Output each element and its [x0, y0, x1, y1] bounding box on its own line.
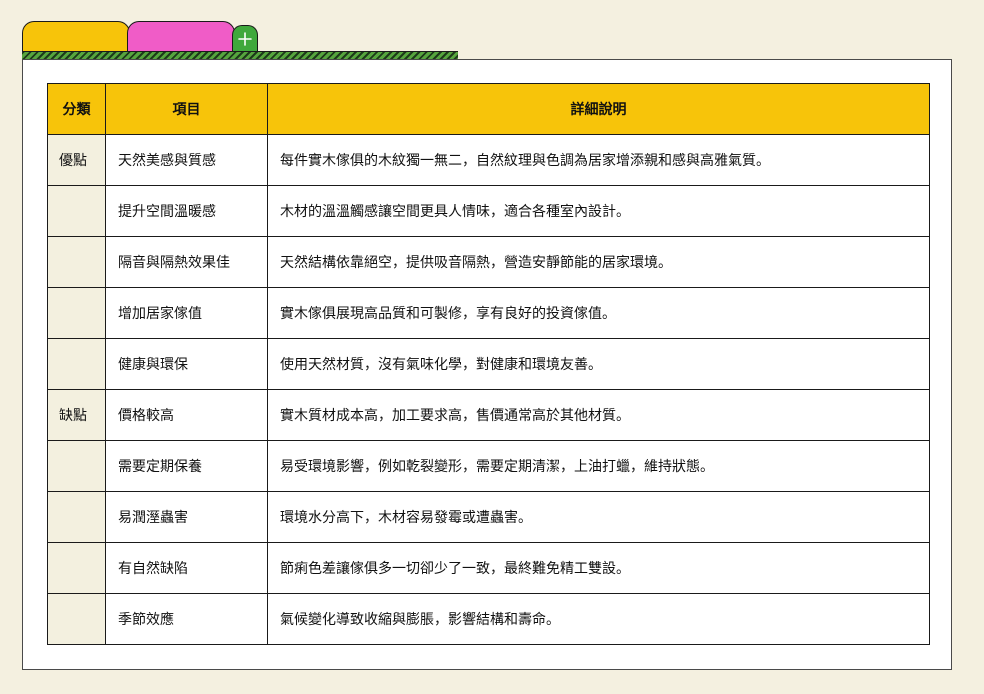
table-row: 易潤溼蟲害 環境水分高下，木材容易發霉或遭蟲害。 [47, 491, 930, 543]
content-panel: 分類 項目 詳細說明 優點 天然美感與質感 每件實木傢俱的木紋獨一無二，自然紋理… [22, 59, 952, 670]
tab-bar-divider [22, 51, 458, 59]
row-detail: 每件實木傢俱的木紋獨一無二，自然紋理與色調為居家增添親和感與高雅氣質。 [267, 134, 930, 186]
row-category [47, 287, 106, 339]
row-detail: 節痢色差讓傢俱多一切卻少了一致，最終難免精工雙設。 [267, 542, 930, 594]
row-detail: 環境水分高下，木材容易發霉或遭蟲害。 [267, 491, 930, 543]
row-item: 提升空間溫暖感 [105, 185, 268, 237]
plus-icon [238, 32, 252, 46]
row-category [47, 185, 106, 237]
row-category: 優點 [47, 134, 106, 186]
row-detail: 天然結構依靠絕空，提供吸音隔熱，營造安靜節能的居家環境。 [267, 236, 930, 288]
row-category [47, 338, 106, 390]
table-row: 增加居家傢值 實木傢俱展現高品質和可製修，享有良好的投資傢值。 [47, 287, 930, 339]
row-detail: 氣候變化導致收縮與膨脹，影響結構和壽命。 [267, 593, 930, 645]
row-item: 增加居家傢值 [105, 287, 268, 339]
add-tab-button[interactable] [232, 25, 258, 52]
row-detail: 實木傢俱展現高品質和可製修，享有良好的投資傢值。 [267, 287, 930, 339]
header-category: 分類 [47, 83, 106, 135]
tab-pink[interactable] [127, 21, 235, 52]
row-item: 健康與環保 [105, 338, 268, 390]
row-detail: 實木質材成本高，加工要求高，售價通常高於其他材質。 [267, 389, 930, 441]
table-row: 優點 天然美感與質感 每件實木傢俱的木紋獨一無二，自然紋理與色調為居家增添親和感… [47, 134, 930, 186]
row-category [47, 491, 106, 543]
row-category [47, 542, 106, 594]
row-category [47, 593, 106, 645]
table-row: 健康與環保 使用天然材質，沒有氣味化學，對健康和環境友善。 [47, 338, 930, 390]
row-item: 需要定期保養 [105, 440, 268, 492]
row-item: 隔音與隔熱效果佳 [105, 236, 268, 288]
table-header-row: 分類 項目 詳細說明 [47, 83, 930, 135]
table-row: 季節效應 氣候變化導致收縮與膨脹，影響結構和壽命。 [47, 593, 930, 645]
row-detail: 使用天然材質，沒有氣味化學，對健康和環境友善。 [267, 338, 930, 390]
header-item: 項目 [105, 83, 268, 135]
row-item: 價格較高 [105, 389, 268, 441]
row-item: 易潤溼蟲害 [105, 491, 268, 543]
comparison-table: 分類 項目 詳細說明 優點 天然美感與質感 每件實木傢俱的木紋獨一無二，自然紋理… [47, 83, 930, 645]
table-row: 提升空間溫暖感 木材的溫溫觸感讓空間更具人情味，適合各種室內設計。 [47, 185, 930, 237]
row-detail: 木材的溫溫觸感讓空間更具人情味，適合各種室內設計。 [267, 185, 930, 237]
row-item: 季節效應 [105, 593, 268, 645]
header-detail: 詳細說明 [267, 83, 930, 135]
row-item: 天然美感與質感 [105, 134, 268, 186]
table-row: 缺點 價格較高 實木質材成本高，加工要求高，售價通常高於其他材質。 [47, 389, 930, 441]
row-category [47, 440, 106, 492]
row-detail: 易受環境影響，例如乾裂變形，需要定期清潔，上油打蠟，維持狀態。 [267, 440, 930, 492]
table-row: 需要定期保養 易受環境影響，例如乾裂變形，需要定期清潔，上油打蠟，維持狀態。 [47, 440, 930, 492]
row-category: 缺點 [47, 389, 106, 441]
table-row: 隔音與隔熱效果佳 天然結構依靠絕空，提供吸音隔熱，營造安靜節能的居家環境。 [47, 236, 930, 288]
table-row: 有自然缺陷 節痢色差讓傢俱多一切卻少了一致，最終難免精工雙設。 [47, 542, 930, 594]
tab-yellow[interactable] [22, 21, 130, 52]
row-item: 有自然缺陷 [105, 542, 268, 594]
row-category [47, 236, 106, 288]
